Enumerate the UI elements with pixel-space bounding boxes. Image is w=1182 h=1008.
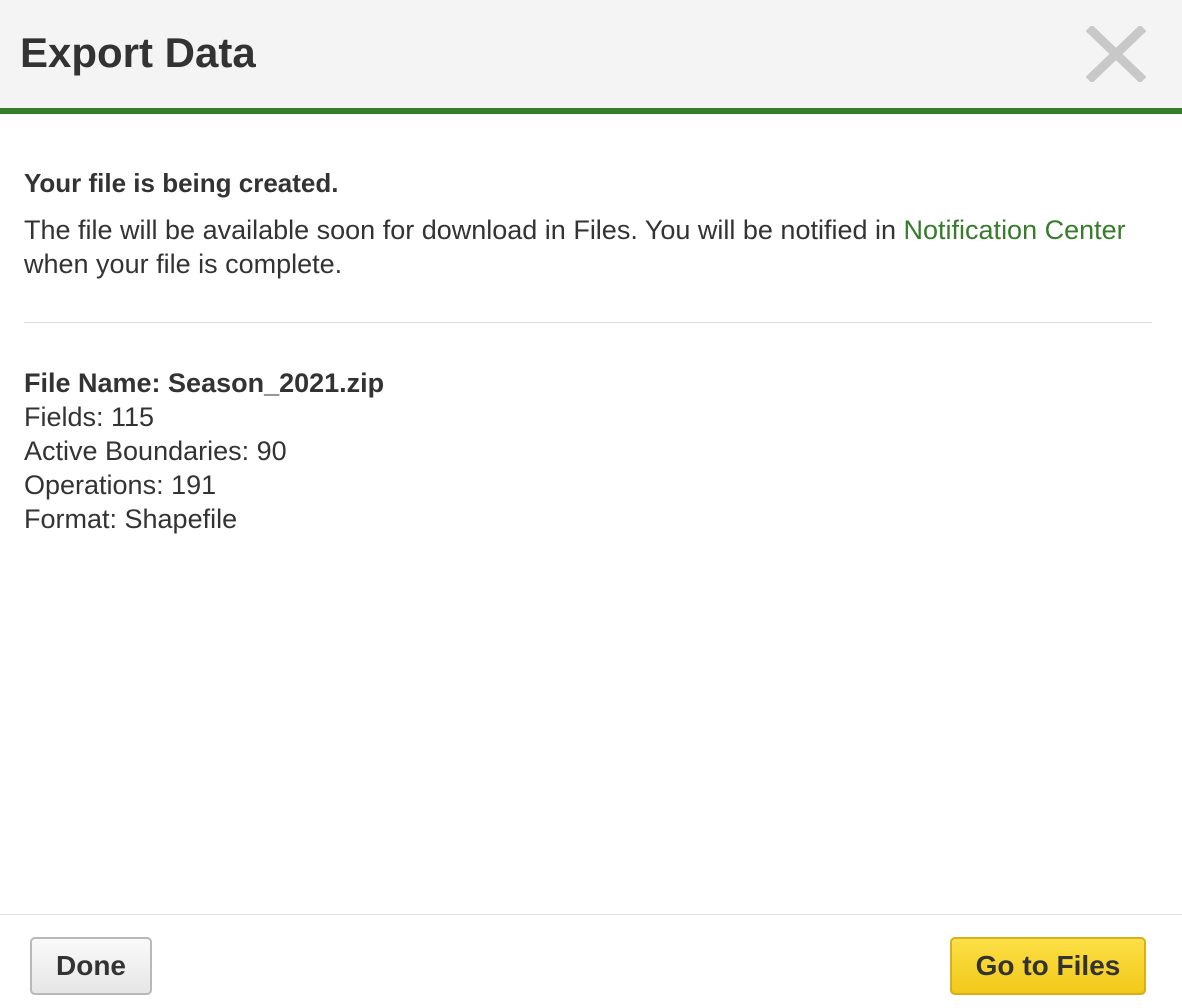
message-text-before: The file will be available soon for down… [24,215,904,245]
dialog-footer: Done Go to Files [0,914,1182,1008]
operations-count: Operations: 191 [24,470,217,500]
dialog-header: Export Data [0,0,1182,114]
close-x-icon [1086,26,1146,82]
status-message: The file will be available soon for down… [24,213,1152,281]
format-value: Format: Shapefile [24,504,238,534]
dialog-title: Export Data [20,29,256,76]
message-text-after: when your file is complete. [24,249,343,279]
file-name-value: Season_2021.zip [168,368,385,398]
notification-center-link[interactable]: Notification Center [904,215,1126,245]
go-to-files-button[interactable]: Go to Files [950,937,1146,995]
fields-count: Fields: 115 [24,402,155,432]
active-boundaries-count: Active Boundaries: 90 [24,436,287,466]
export-details: File Name: Season_2021.zip Fields: 115 A… [24,366,384,536]
done-button[interactable]: Done [30,937,152,995]
export-data-dialog: Export Data Your file is being created. … [0,0,1182,1008]
close-button[interactable] [1086,26,1146,82]
status-heading: Your file is being created. [24,168,339,198]
file-name-row: File Name: Season_2021.zip [24,366,384,400]
divider [24,322,1152,323]
file-name-label: File Name: [24,368,169,398]
